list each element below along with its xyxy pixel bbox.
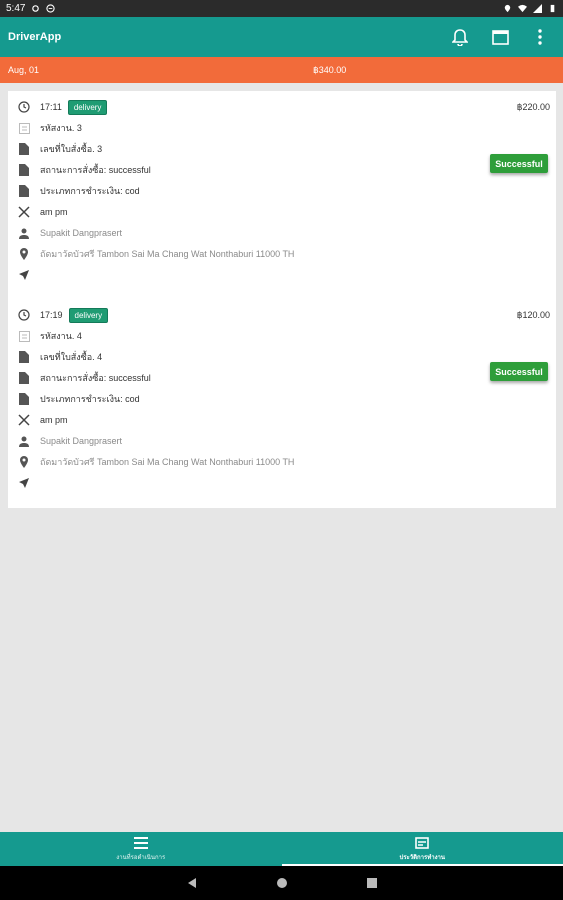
location-pin-icon	[20, 248, 28, 260]
order-status: สถานะการสั่งซื้อ: successful	[40, 165, 151, 175]
orders-card: 17:11 delivery ฿220.00 รหัสงาน. 3 เลขที่…	[8, 91, 556, 508]
home-icon[interactable]	[276, 877, 288, 889]
order-status-row: สถานะการสั่งซื้อ: successful	[18, 370, 151, 386]
customer-name: Supakit Dangprasert	[40, 436, 123, 446]
successful-button[interactable]: Successful	[490, 154, 548, 173]
order-item[interactable]: 17:11 delivery ฿220.00 รหัสงาน. 3 เลขที่…	[8, 91, 556, 299]
order-time-row: 17:11 delivery	[18, 99, 108, 115]
successful-button[interactable]: Successful	[490, 362, 548, 381]
location-status-icon	[504, 4, 511, 13]
more-vert-icon	[538, 29, 542, 45]
bell-icon	[452, 29, 468, 46]
order-price: ฿120.00	[516, 310, 550, 320]
customer-row: Supakit Dangprasert	[18, 433, 122, 449]
calendar-button[interactable]	[489, 26, 511, 48]
employee-row: รหัสงาน. 3	[18, 120, 82, 136]
app-bar: DriverApp	[0, 17, 563, 57]
summary-date: Aug, 01	[8, 65, 40, 75]
overflow-menu-button[interactable]	[529, 26, 551, 48]
tab-label: งานที่รอดำเนินการ	[116, 854, 166, 861]
back-icon[interactable]	[186, 877, 198, 889]
location-pin-icon	[20, 456, 28, 468]
order-status-row: สถานะการสั่งซื้อ: successful	[18, 162, 151, 178]
navigate-row[interactable]	[18, 475, 40, 491]
customer-name: Supakit Dangprasert	[40, 228, 123, 238]
settings-status-icon	[32, 5, 40, 12]
order-no-row: เลขที่ใบสั่งซื้อ. 4	[18, 349, 102, 365]
order-time-row: 17:19 delivery	[18, 307, 109, 323]
payment-row: ประเภทการชำระเงิน: cod	[18, 183, 140, 199]
order-time: 17:11	[40, 102, 62, 112]
system-navigation-bar	[0, 866, 563, 900]
payment-type: ประเภทการชำระเงิน: cod	[40, 394, 140, 404]
wifi-icon	[518, 4, 527, 13]
restaurant-row: am pm	[18, 204, 68, 220]
history-icon	[415, 836, 430, 849]
payment-row: ประเภทการชำระเงิน: cod	[18, 391, 140, 407]
restaurant-name: am pm	[40, 207, 68, 217]
document-icon	[19, 143, 29, 155]
bottom-navigation: งานที่รอดำเนินการ ประวัติการทำงาน	[0, 832, 563, 866]
daily-summary-bar: Aug, 01 ฿340.00	[0, 57, 563, 83]
restaurant-icon	[18, 414, 30, 426]
order-number: เลขที่ใบสั่งซื้อ. 3	[40, 144, 103, 154]
payment-type: ประเภทการชำระเงิน: cod	[40, 186, 140, 196]
tab-history[interactable]: ประวัติการทำงาน	[281, 832, 563, 866]
clock-icon	[18, 101, 30, 113]
tab-label: ประวัติการทำงาน	[399, 854, 445, 861]
signal-icon	[533, 4, 542, 13]
employee-code: รหัสงาน. 4	[40, 331, 82, 341]
employee-row: รหัสงาน. 4	[18, 328, 82, 344]
address-row: ถัดมาวัดบัวศรี Tambon Sai Ma Chang Wat N…	[18, 454, 294, 470]
person-icon	[19, 228, 29, 239]
calendar-icon	[491, 30, 509, 45]
delivery-badge: delivery	[67, 99, 108, 115]
restaurant-row: am pm	[18, 412, 68, 428]
restaurant-name: am pm	[40, 415, 68, 425]
order-number: เลขที่ใบสั่งซื้อ. 4	[40, 352, 103, 362]
notifications-button[interactable]	[449, 26, 471, 48]
tab-pending-jobs[interactable]: งานที่รอดำเนินการ	[0, 832, 282, 866]
navigation-arrow-icon[interactable]	[18, 269, 30, 281]
document-icon	[19, 164, 29, 176]
status-bar: 5:47	[0, 0, 563, 17]
document-icon	[19, 372, 29, 384]
delivery-badge: delivery	[68, 307, 109, 323]
restaurant-icon	[18, 206, 30, 218]
order-price: ฿220.00	[516, 102, 550, 112]
app-title: DriverApp	[8, 31, 62, 43]
order-no-row: เลขที่ใบสั่งซื้อ. 3	[18, 141, 102, 157]
summary-total: ฿340.00	[313, 64, 347, 75]
customer-row: Supakit Dangprasert	[18, 225, 122, 241]
list-icon	[133, 836, 148, 849]
document-icon	[19, 393, 29, 405]
id-card-icon	[18, 122, 30, 134]
address-row: ถัดมาวัดบัวศรี Tambon Sai Ma Chang Wat N…	[18, 246, 294, 262]
order-item[interactable]: 17:19 delivery ฿120.00 รหัสงาน. 4 เลขที่…	[8, 299, 556, 507]
document-icon	[19, 185, 29, 197]
document-icon	[19, 351, 29, 363]
order-status: สถานะการสั่งซื้อ: successful	[40, 373, 151, 383]
order-time: 17:19	[40, 310, 63, 320]
delivery-address: ถัดมาวัดบัวศรี Tambon Sai Ma Chang Wat N…	[40, 457, 295, 467]
delivery-address: ถัดมาวัดบัวศรี Tambon Sai Ma Chang Wat N…	[40, 249, 295, 259]
person-icon	[19, 436, 29, 447]
employee-code: รหัสงาน. 3	[40, 123, 82, 133]
clock-icon	[18, 309, 30, 321]
status-time: 5:47	[6, 3, 26, 14]
navigation-arrow-icon[interactable]	[18, 477, 30, 489]
notification-status-icon	[46, 4, 56, 13]
battery-icon	[550, 4, 555, 13]
navigate-row[interactable]	[18, 267, 40, 283]
id-card-icon	[18, 330, 30, 342]
recents-icon[interactable]	[366, 877, 378, 889]
